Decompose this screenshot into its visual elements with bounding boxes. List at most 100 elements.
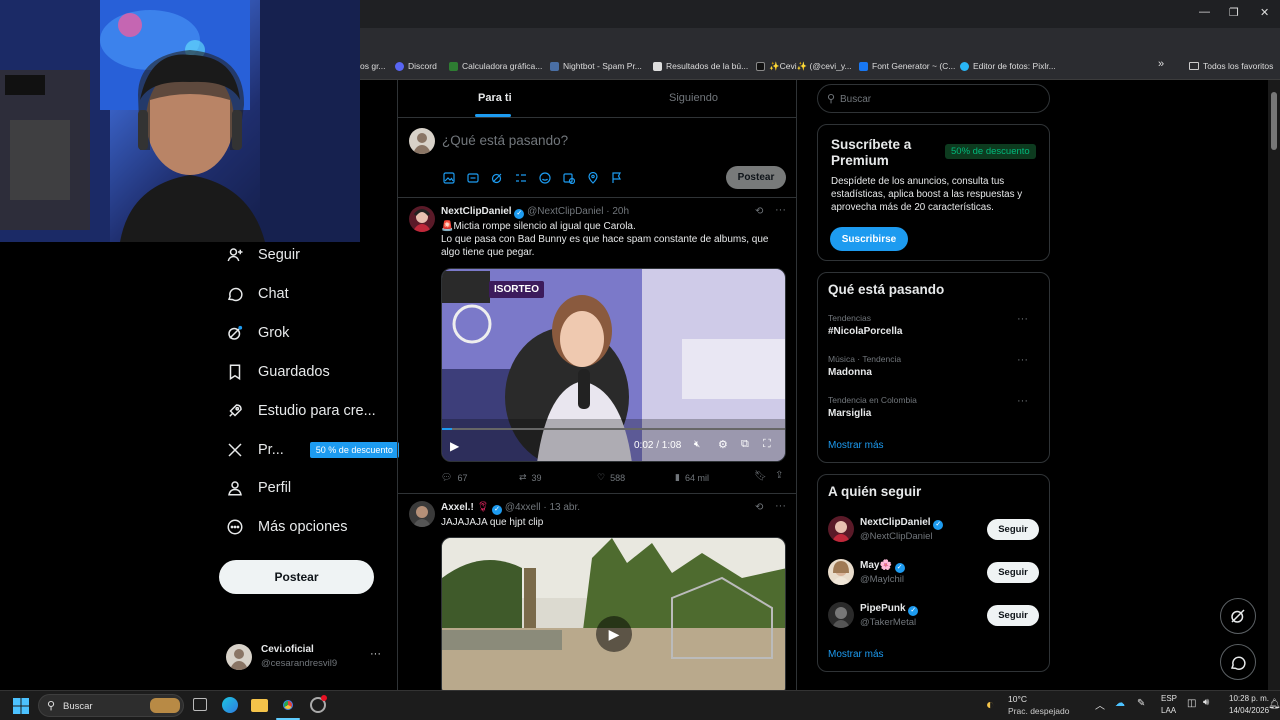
tab-siguiendo[interactable]: Siguiendo — [669, 92, 718, 104]
bookmark-item[interactable]: Resultados de la bú... — [653, 61, 748, 71]
chevron-up-icon[interactable]: ︿ — [1095, 697, 1105, 712]
tweet-time[interactable]: · 13 abr. — [543, 502, 580, 513]
bookmark-item[interactable]: ✨Cevi✨ (@cevi_y... — [756, 61, 852, 72]
volume-icon[interactable]: 🔊︎ — [1203, 697, 1209, 708]
bookmark-item[interactable]: Calculadora gráfica... — [449, 61, 542, 71]
grok-fab[interactable] — [1220, 598, 1256, 634]
reply-button[interactable]: 💬︎ 67 — [441, 472, 467, 483]
windows-start-icon[interactable] — [13, 698, 29, 714]
page-scrollbar[interactable] — [1268, 80, 1280, 690]
composer-input[interactable]: ¿Qué está pasando? — [442, 133, 568, 148]
trends-show-more-link[interactable]: Mostrar más — [828, 440, 884, 451]
trend-more-icon[interactable]: ··· — [1017, 395, 1028, 407]
share-icon[interactable]: ⇪ — [775, 470, 783, 481]
tab-para-ti[interactable]: Para ti — [478, 92, 512, 104]
schedule-icon[interactable] — [563, 172, 575, 184]
nav-item-seguir[interactable]: Seguir — [226, 241, 300, 269]
nav-item-chat[interactable]: Chat — [226, 280, 289, 308]
nav-item-grok[interactable]: Grok — [226, 319, 289, 347]
language-layout[interactable]: LAA — [1161, 706, 1176, 715]
trend-item[interactable]: Tendencia en Colombia Marsiglia ··· — [828, 395, 1038, 425]
tweet-video[interactable]: ISORTEO ▶ 0:02 / 1:08 🔇︎ ⚙ ⧉ ⛶ — [441, 268, 786, 462]
trend-more-icon[interactable]: ··· — [1017, 354, 1028, 366]
more-bookmarks-icon[interactable]: » — [1158, 58, 1164, 70]
tweet-video[interactable]: ▶ — [441, 537, 786, 690]
close-icon[interactable]: ✕ — [1260, 6, 1269, 19]
edge-icon[interactable] — [222, 697, 238, 713]
minimize-icon[interactable]: — — [1199, 6, 1210, 18]
video-progress-track[interactable] — [442, 428, 785, 430]
clock-date[interactable]: 14/04/2026 — [1229, 706, 1269, 715]
nav-item-estudio[interactable]: Estudio para cre... — [226, 397, 376, 425]
repost-button[interactable]: ⇄ 39 — [519, 472, 542, 483]
scrollbar-thumb[interactable] — [1271, 92, 1277, 150]
composer-post-button[interactable]: Postear — [726, 166, 786, 189]
file-explorer-icon[interactable] — [251, 699, 268, 712]
language-code[interactable]: ESP — [1161, 694, 1177, 703]
follow-button[interactable]: Seguir — [987, 605, 1039, 626]
maximize-icon[interactable]: ❐ — [1229, 6, 1239, 19]
flag-icon[interactable] — [611, 172, 623, 184]
bookmark-item[interactable]: Font Generator ~ (C... — [859, 61, 955, 71]
trend-more-icon[interactable]: ··· — [1017, 313, 1028, 325]
tweet-author-handle[interactable]: @4xxell — [505, 502, 541, 513]
clock-time[interactable]: 10:28 p. m. — [1229, 694, 1269, 703]
follow-button[interactable]: Seguir — [987, 519, 1039, 540]
taskbar-search[interactable]: ⚲ Buscar — [38, 694, 184, 717]
post-button[interactable]: Postear — [219, 560, 374, 594]
pip-icon[interactable]: ⧉ — [741, 438, 749, 451]
account-more-icon[interactable]: ··· — [370, 648, 381, 660]
follow-suggestion[interactable]: May🌸 ✓ @Maylchil Seguir — [818, 558, 1049, 588]
nav-item-perfil[interactable]: Perfil — [226, 474, 291, 502]
chrome-icon[interactable] — [280, 697, 296, 713]
follow-button[interactable]: Seguir — [987, 562, 1039, 583]
mute-icon[interactable]: 🔇︎ — [694, 439, 700, 450]
task-view-icon[interactable] — [193, 698, 207, 711]
settings-icon[interactable]: ⚙ — [718, 438, 728, 451]
follow-show-more-link[interactable]: Mostrar más — [828, 649, 884, 660]
grok-image-icon[interactable] — [491, 172, 503, 184]
search-input[interactable]: ⚲ Buscar — [817, 84, 1050, 113]
messages-fab[interactable] — [1220, 644, 1256, 680]
tweet-more-icon[interactable]: ··· — [775, 500, 786, 512]
location-icon[interactable] — [587, 172, 599, 184]
grok-explain-icon[interactable]: ⟲ — [755, 206, 763, 217]
wifi-icon[interactable]: ◫ — [1187, 698, 1196, 709]
notification-bell-icon[interactable]: 🔔︎ — [1268, 699, 1280, 710]
bookmark-item[interactable]: Nightbot - Spam Pr... — [550, 61, 642, 71]
fullscreen-icon[interactable]: ⛶ — [763, 438, 771, 451]
grok-explain-icon[interactable]: ⟲ — [755, 502, 763, 513]
tweet-author-handle[interactable]: @NextClipDaniel — [527, 206, 603, 217]
tweet-author-name[interactable]: NextClipDaniel — [441, 206, 512, 217]
nav-item-guardados[interactable]: Guardados — [226, 358, 330, 386]
tweet-time[interactable]: · 20h — [606, 206, 629, 217]
weather-temp[interactable]: 10°C — [1008, 694, 1027, 704]
play-icon[interactable]: ▶ — [450, 439, 459, 453]
gif-icon[interactable] — [467, 172, 479, 184]
bookmark-icon[interactable]: 🔖︎ — [754, 471, 767, 482]
bookmark-item[interactable]: Discord — [395, 61, 437, 71]
follow-suggestion[interactable]: NextClipDaniel ✓ @NextClipDaniel Seguir — [818, 515, 1049, 545]
tweet-author-name[interactable]: Axxel.! — [441, 502, 474, 513]
all-bookmarks-folder[interactable]: Todos los favoritos — [1189, 61, 1273, 71]
image-icon[interactable] — [443, 172, 455, 184]
trend-item[interactable]: Música · Tendencia Madonna ··· — [828, 354, 1038, 384]
poll-icon[interactable] — [515, 172, 527, 184]
like-button[interactable]: ♡ 588 — [597, 472, 625, 483]
tweet-more-icon[interactable]: ··· — [775, 204, 786, 216]
play-icon[interactable]: ▶ — [596, 616, 632, 652]
trend-item[interactable]: Tendencias #NicolaPorcella ··· — [828, 313, 1038, 343]
follow-suggestion[interactable]: PipePunk ✓ @TakerMetal Seguir — [818, 601, 1049, 631]
weather-icon[interactable]: ◐ — [986, 696, 994, 712]
account-switcher[interactable]: Cevi.oficial @cesarandresvil9 ··· — [226, 643, 386, 673]
onedrive-icon[interactable]: ☁ — [1115, 698, 1125, 709]
nav-item-mas-opciones[interactable]: Más opciones — [226, 513, 347, 541]
nav-item-premium[interactable]: Pr... 50 % de descuento — [226, 436, 399, 464]
network-pen-icon[interactable]: ✎ — [1137, 698, 1145, 709]
emoji-icon[interactable] — [539, 172, 551, 184]
views-button[interactable]: ▮ 64 mil — [675, 472, 709, 483]
weather-description[interactable]: Prac. despejado — [1008, 706, 1069, 716]
bookmark-item[interactable]: Editor de fotos: Pixlr... — [960, 61, 1056, 71]
bookmark-item[interactable]: os gr... — [360, 61, 386, 71]
subscribe-button[interactable]: Suscribirse — [830, 227, 908, 251]
